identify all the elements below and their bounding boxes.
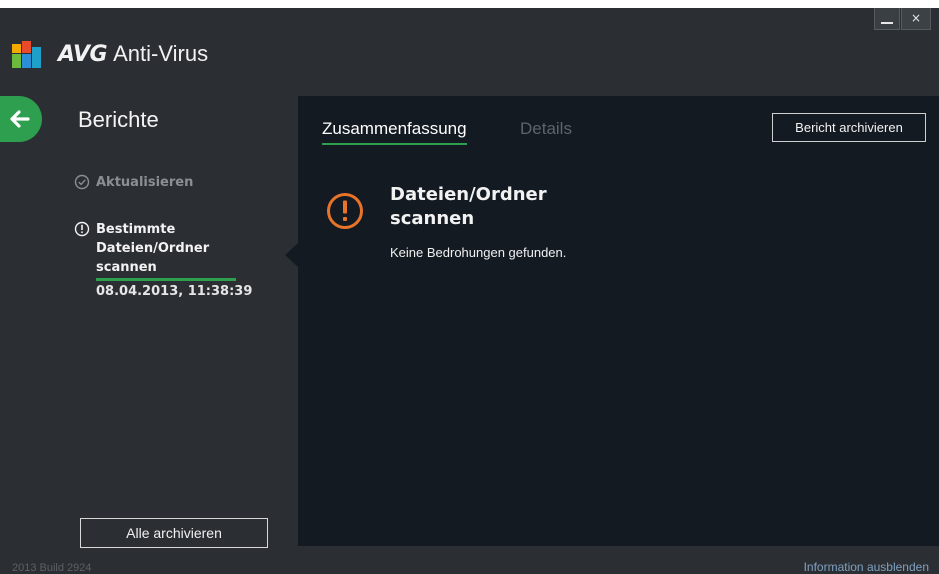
app-title: AVG Anti-Virus — [58, 39, 208, 70]
report-item-update[interactable]: Aktualisieren — [74, 174, 193, 190]
tab-details[interactable]: Details — [520, 119, 572, 139]
close-button[interactable]: × — [901, 8, 931, 30]
report-main-panel: Zusammenfassung Details Bericht archivie… — [298, 96, 939, 546]
app-brand: AVG — [58, 42, 108, 67]
check-circle-icon — [74, 174, 90, 190]
active-tab-underline — [322, 143, 467, 145]
report-item-label: Aktualisieren — [96, 174, 194, 190]
sidebar-title: Berichte — [78, 107, 159, 132]
result-title: Dateien/Ordner scannen — [390, 184, 547, 229]
build-info: 2013 Build 2924 — [12, 562, 92, 574]
minimize-button[interactable] — [874, 8, 900, 30]
app-product-name: Anti-Virus — [113, 41, 209, 66]
reports-sidebar: Berichte Aktualisieren Bestimmte Dateien… — [0, 96, 298, 550]
arrow-left-icon — [10, 110, 30, 128]
exclamation-circle-icon — [74, 221, 90, 237]
minimize-icon — [881, 22, 893, 24]
tab-summary[interactable]: Zusammenfassung — [322, 119, 467, 145]
title-bar: AVG Anti-Virus × — [0, 8, 939, 96]
report-date: 08.04.2013, 11:38:39 — [96, 284, 253, 299]
selection-pointer — [285, 242, 299, 268]
warning-circle-icon — [327, 193, 363, 229]
status-bar: 2013 Build 2924 Information ausblenden — [0, 550, 939, 574]
hide-information-link[interactable]: Information ausblenden — [804, 560, 929, 574]
report-item-label: Bestimmte Dateien/Ordner scannen — [96, 222, 210, 275]
app-window: AVGAnti-Virus × Berichte Aktualisieren — [0, 8, 939, 574]
archive-report-button[interactable]: Bericht archivieren — [772, 113, 926, 142]
close-icon: × — [910, 11, 922, 25]
result-subtitle: Keine Bedrohungen gefunden. — [390, 245, 567, 260]
report-item-scan[interactable]: Bestimmte Dateien/Ordner scannen 08.04.2… — [74, 220, 264, 301]
back-button[interactable] — [0, 96, 42, 142]
tab-summary-label: Zusammenfassung — [322, 119, 467, 138]
active-report-underline — [96, 278, 236, 281]
avg-logo-icon — [12, 41, 41, 68]
archive-all-button[interactable]: Alle archivieren — [80, 518, 268, 548]
